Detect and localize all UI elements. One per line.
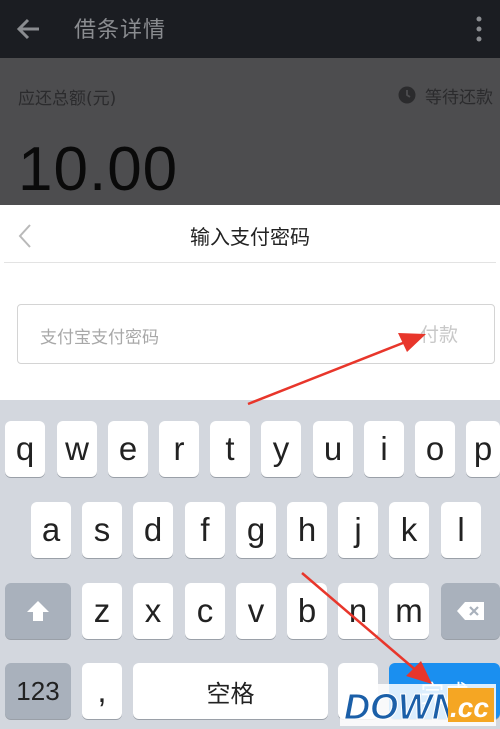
status-text: 等待还款 <box>425 88 493 108</box>
comma-key[interactable]: , <box>82 663 122 719</box>
shift-arrow-icon <box>27 601 49 621</box>
key-t[interactable]: t <box>210 421 250 477</box>
key-b[interactable]: b <box>287 583 327 639</box>
clock-icon <box>398 86 416 104</box>
soft-keyboard: q w e r t y u i o p a s d f g h j k l z … <box>0 400 500 729</box>
amount-due: 10.00 <box>18 135 179 204</box>
key-k[interactable]: k <box>389 502 429 558</box>
dialog-title: 输入支付密码 <box>190 225 310 249</box>
backspace-icon <box>456 602 484 620</box>
key-z[interactable]: z <box>82 583 122 639</box>
divider <box>4 262 496 263</box>
key-u[interactable]: u <box>313 421 353 477</box>
key-q[interactable]: q <box>5 421 45 477</box>
key-g[interactable]: g <box>236 502 276 558</box>
key-a[interactable]: a <box>31 502 71 558</box>
space-key[interactable]: 空格 <box>133 663 328 719</box>
key-y[interactable]: y <box>261 421 301 477</box>
pay-button[interactable]: 付款 <box>420 320 458 347</box>
page-title: 借条详情 <box>74 18 167 43</box>
amount-due-label: 应还总额(元) <box>18 89 117 109</box>
down-cc-logo: DOWN .cc <box>340 684 496 726</box>
key-x[interactable]: x <box>133 583 173 639</box>
password-placeholder: 支付宝支付密码 <box>40 328 159 348</box>
key-s[interactable]: s <box>82 502 122 558</box>
numbers-key[interactable]: 123 <box>5 663 71 719</box>
shift-key[interactable] <box>5 583 71 639</box>
arrow-left-icon[interactable] <box>14 14 44 44</box>
key-d[interactable]: d <box>133 502 173 558</box>
key-j[interactable]: j <box>338 502 378 558</box>
key-f[interactable]: f <box>185 502 225 558</box>
key-h[interactable]: h <box>287 502 327 558</box>
key-e[interactable]: e <box>108 421 148 477</box>
key-m[interactable]: m <box>389 583 429 639</box>
key-p[interactable]: p <box>466 421 500 477</box>
key-l[interactable]: l <box>441 502 481 558</box>
backspace-key[interactable] <box>441 583 500 639</box>
key-w[interactable]: w <box>57 421 97 477</box>
key-o[interactable]: o <box>415 421 455 477</box>
key-r[interactable]: r <box>159 421 199 477</box>
svg-text:.cc: .cc <box>450 692 489 723</box>
key-i[interactable]: i <box>364 421 404 477</box>
svg-text:DOWN: DOWN <box>344 686 459 726</box>
key-v[interactable]: v <box>236 583 276 639</box>
overflow-menu-icon[interactable] <box>472 14 486 44</box>
key-n[interactable]: n <box>338 583 378 639</box>
key-c[interactable]: c <box>185 583 225 639</box>
